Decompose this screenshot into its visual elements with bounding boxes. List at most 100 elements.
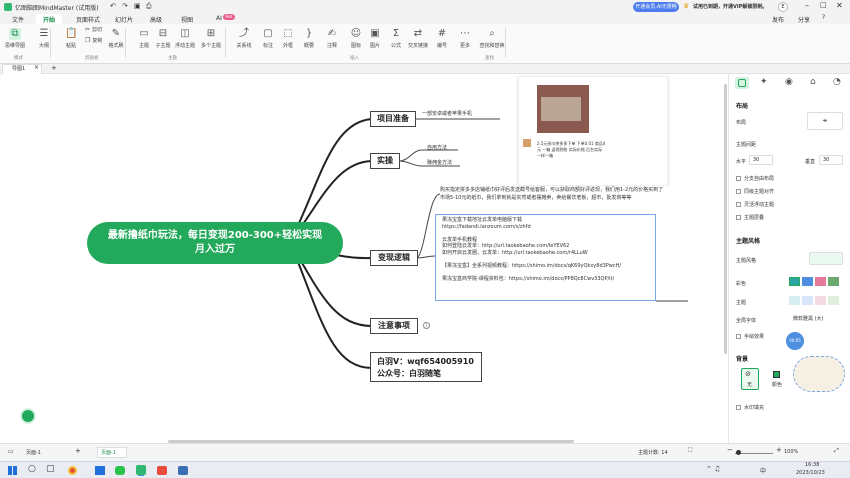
font-select[interactable]: 微软雅黑 (大) [793, 314, 843, 324]
add-page-icon[interactable]: + [75, 447, 81, 455]
menu-advanced[interactable]: 高级 [150, 15, 162, 24]
theme-style-picker[interactable] [809, 252, 843, 265]
save-icon[interactable]: ▣ [134, 2, 141, 10]
wechat-icon[interactable] [115, 466, 125, 475]
branch-contact[interactable]: 白羽V：wqf654005910 公众号：白羽随笔 [370, 352, 482, 382]
ribbon-button-1[interactable]: ☰ 大纲 [31, 28, 57, 49]
theme-swatch-4[interactable] [828, 296, 839, 305]
comment-icon[interactable]: i [423, 322, 430, 329]
color-swatch-2[interactable] [802, 277, 813, 286]
ribbon-button-14[interactable]: ✍ 注释 [319, 28, 345, 49]
folder-icon[interactable] [95, 466, 105, 475]
branch-practice[interactable]: 实操 [370, 153, 400, 169]
screen-record-icon[interactable] [178, 466, 188, 475]
paragraph-topic[interactable]: 购买指定拼多多店铺纸巾好评后发送截号给客服，可以获取商额好评返现，我们用1-2元… [440, 186, 668, 210]
fullscreen-icon[interactable]: ⤢ [834, 447, 839, 455]
recording-timer[interactable]: 00:05 [786, 332, 804, 350]
sub-commission[interactable]: 赚佣金方法 [427, 159, 452, 166]
tray-icons[interactable]: ⌃ ♫ [706, 465, 720, 473]
theme-swatch-1[interactable] [789, 296, 800, 305]
task-view-icon[interactable]: ▢ [46, 464, 55, 474]
ribbon-button-21[interactable]: ⌕ 查找和替换 [479, 28, 505, 49]
menu-page-style[interactable]: 页面样式 [76, 15, 100, 24]
print-icon[interactable]: ⎙ [146, 2, 152, 11]
menu-slides[interactable]: 幻灯片 [115, 15, 133, 24]
zoom-out-icon[interactable]: − [727, 446, 733, 454]
fit-icon[interactable]: ⛶ [688, 447, 692, 455]
menu-ai[interactable]: AI [216, 15, 222, 22]
branch-project-prep-note[interactable]: 一部安卓或者苹果手机 [422, 110, 472, 117]
redo-icon[interactable]: ↷ [122, 2, 128, 10]
menu-view[interactable]: 视图 [181, 15, 193, 24]
ribbon-separator [225, 28, 226, 58]
page-view-icon[interactable]: ▭ [8, 448, 14, 455]
ribbon-label: 概要 [303, 43, 314, 49]
search-icon[interactable]: ○ [28, 464, 36, 474]
theme-swatch-3[interactable] [815, 296, 826, 305]
floating-ai-button[interactable] [20, 408, 36, 424]
mindmap-canvas[interactable]: 最新撸纸巾玩法，每日变现200-300+轻松实现月入过万 项目准备 一部安卓或者… [0, 74, 728, 443]
promo-banner[interactable]: 试用已到期，开通VIP解锁限制。 [693, 3, 767, 10]
bg-color-icon[interactable] [773, 371, 780, 378]
theme-icon[interactable]: ⌂ [810, 77, 816, 87]
link-line: 【果冻宝盒】全系列视频教程：https://shimo.im/docs/qK69… [442, 262, 622, 269]
layout-picker[interactable]: ⌖ [807, 112, 843, 130]
central-topic[interactable]: 最新撸纸巾玩法，每日变现200-300+轻松实现月入过万 [87, 222, 343, 264]
link-block[interactable]: 果冻宝盒下载地址云发单电脑版下载 https://fadandi.lanzoum… [435, 214, 656, 301]
zoom-in-icon[interactable]: + [776, 446, 782, 454]
ribbon-button-20[interactable]: ⋯ 更多 [452, 28, 478, 49]
input-language[interactable]: 中 [760, 466, 766, 475]
vip-notice[interactable]: 开通会员,AI无限畅享 [633, 2, 679, 20]
ribbon-button-0[interactable]: ⧉ 思维导图 [2, 28, 28, 49]
theme-swatch-2[interactable] [802, 296, 813, 305]
mindmaster-taskbar-icon[interactable] [136, 465, 146, 475]
vertical-spacing-input[interactable]: 30 [819, 155, 843, 165]
clock-icon[interactable]: ◔ [833, 77, 841, 87]
add-tab-button[interactable]: + [51, 64, 57, 72]
ribbon-button-18[interactable]: ⇄ 交叉链接 [405, 28, 431, 49]
windows-start-icon[interactable] [8, 466, 17, 475]
checkbox-align[interactable]: 同级主题对齐 [736, 188, 774, 195]
share-button[interactable]: 分享 [798, 15, 810, 24]
location-icon[interactable]: ◉ [785, 77, 793, 87]
close-icon[interactable]: ✕ [836, 1, 843, 10]
ribbon-button-10[interactable]: ⤴ 关系线 [231, 28, 257, 49]
image-thumbnail[interactable]: 2.5元纸巾拼多多下单 下单0.01 商品4元 一箱 返佣到账 实际价格 后台实… [518, 76, 668, 186]
ribbon-group-label: 剪贴板 [85, 56, 99, 61]
chrome-icon[interactable] [68, 466, 77, 475]
color-swatch-1[interactable] [789, 277, 800, 286]
sub-self-use[interactable]: 自用方法 [427, 144, 447, 151]
branch-notes[interactable]: 注意事项 [370, 318, 418, 334]
checkbox-free-layout[interactable]: 分支自由布局 [736, 175, 774, 182]
zoom-slider-handle[interactable] [736, 450, 741, 455]
tab-close-icon[interactable]: × [34, 64, 39, 71]
ribbon-button-8[interactable]: ◫ 浮动主题 [172, 28, 198, 49]
checkbox-overlap[interactable]: 主题层叠 [736, 214, 764, 221]
color-swatch-3[interactable] [815, 277, 826, 286]
help-icon[interactable]: ? [822, 14, 825, 21]
checkbox-handdrawn[interactable]: 手绘效果 [736, 333, 764, 340]
branch-project-prep[interactable]: 项目准备 [370, 111, 416, 127]
maximize-icon[interactable]: □ [820, 1, 827, 9]
ribbon-button-9[interactable]: ⊞ 多个主题 [198, 28, 224, 49]
style-icon[interactable]: ✦ [760, 77, 768, 87]
checkbox-floating[interactable]: 灵活浮动主题 [736, 201, 774, 208]
branch-monetization[interactable]: 变现逻辑 [370, 250, 418, 266]
theme-style-section-title: 主题风格 [736, 238, 761, 245]
undo-icon[interactable]: ↶ [110, 2, 116, 10]
zoom-level[interactable]: 100% [784, 449, 798, 455]
v-scrollbar[interactable] [724, 84, 727, 354]
bg-color-label: 颜色 [772, 382, 783, 388]
horizontal-spacing-input[interactable]: 30 [749, 155, 773, 165]
menu-home[interactable]: 开始 [43, 15, 55, 24]
checkbox-watermark[interactable]: 水印填充 [736, 404, 764, 411]
ribbon-button-2[interactable]: 📋 粘贴 [58, 28, 84, 49]
publish-button[interactable]: 发布 [772, 15, 784, 24]
avatar[interactable]: E [778, 2, 788, 12]
page-selector[interactable]: 页面-1 [26, 449, 41, 456]
color-swatch-4[interactable] [828, 277, 839, 286]
cross-link-icon: ⇄ [413, 28, 423, 39]
wps-icon[interactable] [157, 466, 167, 475]
menu-file[interactable]: 文件 [12, 15, 24, 24]
minimize-icon[interactable]: – [805, 1, 809, 10]
